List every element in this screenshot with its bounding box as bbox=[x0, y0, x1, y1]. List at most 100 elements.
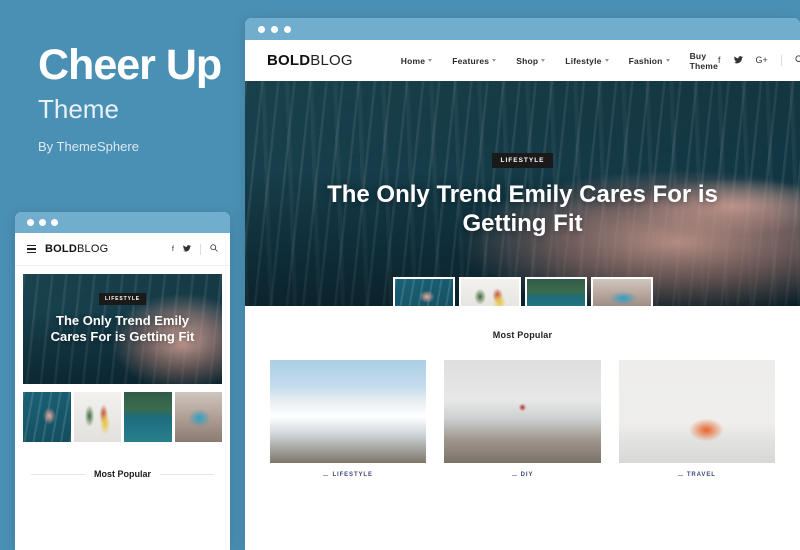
chevron-down-icon bbox=[604, 59, 609, 62]
chevron-down-icon bbox=[665, 59, 670, 62]
mobile-browser-window: BOLDBLOG f LIFESTYLE The Only Trend Emil… bbox=[15, 212, 230, 550]
category-label: DIY bbox=[520, 472, 534, 478]
nav-item-buy-theme[interactable]: Buy Theme bbox=[690, 51, 718, 71]
mobile-site-logo[interactable]: BOLDBLOG bbox=[45, 243, 108, 255]
twitter-bird-glyph bbox=[183, 244, 191, 252]
post-card-category[interactable]: DIY bbox=[444, 472, 600, 478]
hero-content: LIFESTYLE The Only Trend Emily Cares For… bbox=[245, 149, 800, 239]
logo-bold-part: BOLD bbox=[267, 52, 311, 69]
promo-title: Cheer Up bbox=[38, 41, 222, 89]
logo-light-part: BLOG bbox=[310, 52, 353, 69]
chevron-down-icon bbox=[428, 59, 433, 62]
magnifier-glyph bbox=[795, 55, 800, 62]
googleplus-icon[interactable]: G+ bbox=[756, 56, 768, 65]
twitter-bird-glyph bbox=[733, 55, 743, 63]
window-dot-minimize[interactable] bbox=[39, 219, 46, 226]
mobile-thumbnail-2[interactable] bbox=[73, 392, 121, 442]
nav-item-shop[interactable]: Shop bbox=[516, 55, 546, 66]
post-card-category[interactable]: TRAVEL bbox=[619, 472, 775, 478]
nav-label: Features bbox=[452, 55, 490, 66]
window-dot-maximize[interactable] bbox=[51, 219, 58, 226]
search-icon[interactable] bbox=[210, 244, 218, 254]
post-card-category[interactable]: LIFESTYLE bbox=[270, 472, 426, 478]
social-links: f G+ bbox=[718, 55, 800, 66]
window-dot-minimize[interactable] bbox=[271, 25, 278, 33]
mobile-thumbnail-strip bbox=[15, 384, 230, 442]
desktop-titlebar bbox=[245, 18, 800, 40]
post-card-image bbox=[618, 360, 775, 463]
logo-bold-part: BOLD bbox=[45, 243, 77, 255]
post-card[interactable]: TRAVEL bbox=[618, 360, 775, 478]
most-popular-card-grid: LIFESTYLE DIY TRAVEL bbox=[245, 360, 800, 478]
window-dot-maximize[interactable] bbox=[284, 25, 291, 33]
mobile-hero-category-badge[interactable]: LIFESTYLE bbox=[98, 293, 147, 305]
category-label: TRAVEL bbox=[686, 472, 716, 478]
nav-label: Buy Theme bbox=[689, 50, 718, 71]
desktop-browser-window: BOLDBLOG Home Features Shop Lifestyle Fa… bbox=[245, 18, 800, 550]
mobile-hero-content: LIFESTYLE The Only Trend Emily Cares For… bbox=[23, 287, 222, 346]
facebook-icon[interactable]: f bbox=[172, 245, 174, 253]
desktop-navbar: BOLDBLOG Home Features Shop Lifestyle Fa… bbox=[245, 40, 800, 81]
dash-icon bbox=[677, 474, 683, 476]
mobile-page-body: BOLDBLOG f LIFESTYLE The Only Trend Emil… bbox=[15, 233, 230, 550]
desktop-page-body: BOLDBLOG Home Features Shop Lifestyle Fa… bbox=[245, 40, 800, 550]
search-icon[interactable] bbox=[795, 55, 800, 66]
mobile-most-popular-heading: Most Popular bbox=[15, 469, 230, 479]
hamburger-icon[interactable] bbox=[27, 244, 36, 254]
promo-panel: Cheer Up Theme By ThemeSphere bbox=[38, 41, 238, 155]
mobile-thumbnail-3[interactable] bbox=[124, 392, 172, 442]
post-card-image bbox=[444, 360, 601, 463]
post-card-image bbox=[270, 360, 427, 463]
nav-divider bbox=[780, 55, 782, 66]
hero-category-badge[interactable]: LIFESTYLE bbox=[492, 153, 553, 168]
primary-nav: Home Features Shop Lifestyle Fashion Buy… bbox=[401, 51, 718, 71]
mobile-hero-banner[interactable]: LIFESTYLE The Only Trend Emily Cares For… bbox=[23, 274, 222, 384]
hero-thumbnail-2[interactable] bbox=[458, 277, 521, 306]
nav-item-features[interactable]: Features bbox=[452, 55, 497, 66]
mobile-navbar: BOLDBLOG f bbox=[15, 233, 230, 266]
mobile-thumbnail-1[interactable] bbox=[23, 392, 71, 442]
nav-item-home[interactable]: Home bbox=[400, 55, 433, 66]
dash-icon bbox=[511, 474, 517, 476]
chevron-down-icon bbox=[492, 59, 497, 62]
category-label: LIFESTYLE bbox=[332, 472, 373, 478]
nav-label: Home bbox=[400, 55, 426, 66]
dash-icon bbox=[323, 474, 329, 476]
site-logo[interactable]: BOLDBLOG bbox=[267, 52, 353, 69]
divider-left bbox=[31, 473, 85, 475]
facebook-icon[interactable]: f bbox=[718, 56, 721, 65]
window-dot-close[interactable] bbox=[27, 219, 34, 226]
window-dot-close[interactable] bbox=[258, 25, 265, 33]
mobile-titlebar bbox=[15, 212, 230, 233]
most-popular-label: Most Popular bbox=[94, 469, 152, 479]
hamburger-bar bbox=[27, 244, 36, 246]
promo-byline: By ThemeSphere bbox=[38, 139, 139, 154]
twitter-icon[interactable] bbox=[183, 244, 191, 254]
hero-thumbnail-strip bbox=[245, 277, 800, 306]
mobile-hero-title[interactable]: The Only Trend Emily Cares For is Gettin… bbox=[23, 313, 222, 346]
most-popular-heading: Most Popular bbox=[492, 330, 553, 340]
twitter-icon[interactable] bbox=[733, 55, 743, 66]
nav-label: Fashion bbox=[628, 55, 663, 66]
nav-divider bbox=[200, 243, 201, 255]
nav-item-fashion[interactable]: Fashion bbox=[629, 56, 670, 66]
nav-item-lifestyle[interactable]: Lifestyle bbox=[565, 55, 609, 66]
hero-thumbnail-1[interactable] bbox=[392, 277, 455, 306]
divider-right bbox=[160, 473, 215, 475]
hero-banner[interactable]: LIFESTYLE The Only Trend Emily Cares For… bbox=[245, 81, 800, 306]
magnifier-glyph bbox=[210, 244, 218, 253]
hero-title[interactable]: The Only Trend Emily Cares For is Gettin… bbox=[245, 180, 800, 239]
post-card[interactable]: LIFESTYLE bbox=[270, 360, 427, 478]
logo-light-part: BLOG bbox=[76, 243, 109, 255]
nav-label: Shop bbox=[516, 55, 539, 66]
post-card[interactable]: DIY bbox=[444, 360, 601, 478]
mobile-social-links: f bbox=[172, 243, 218, 255]
promo-subtitle: Theme bbox=[38, 94, 119, 124]
hamburger-bar bbox=[27, 248, 36, 250]
mobile-thumbnail-4[interactable] bbox=[174, 392, 222, 442]
chevron-down-icon bbox=[541, 59, 546, 62]
hero-thumbnail-4[interactable] bbox=[590, 277, 653, 306]
hamburger-bar bbox=[27, 252, 36, 254]
hero-thumbnail-3[interactable] bbox=[524, 277, 587, 306]
nav-label: Lifestyle bbox=[565, 55, 602, 66]
